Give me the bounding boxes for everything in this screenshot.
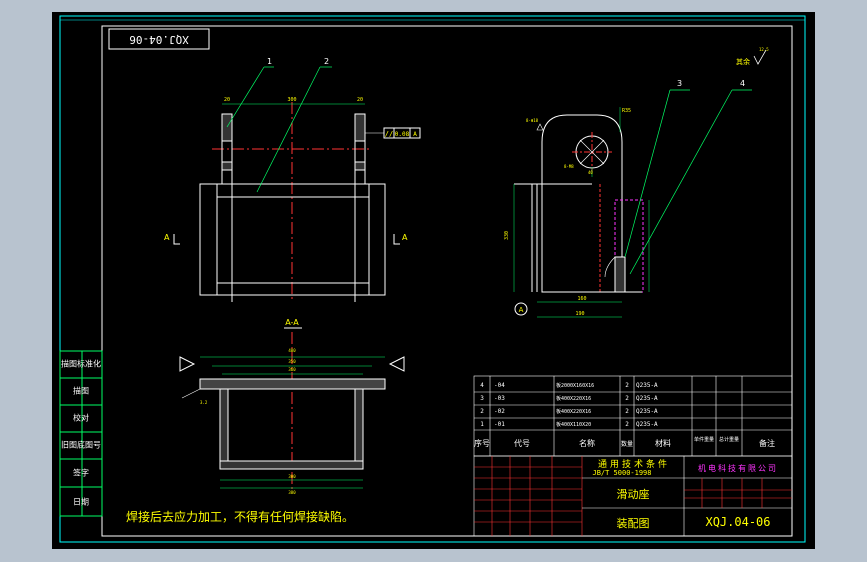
standard-code: JB/T 5000-1998 xyxy=(592,469,651,477)
technical-note: 焊接后去应力加工，不得有任何焊接缺陷。 xyxy=(126,509,354,524)
parts-cell-material: Q235-A xyxy=(636,382,658,389)
rotated-code: XQJ.04-06 xyxy=(129,33,189,46)
svg-text:300: 300 xyxy=(287,97,296,103)
parts-header: 单件重量 xyxy=(694,436,714,443)
surface-finish-label: 其余 xyxy=(736,57,750,66)
parts-cell-qty: 2 xyxy=(625,382,629,389)
parts-cell-no: 4 xyxy=(480,382,484,389)
balloon-1: 1 xyxy=(267,57,272,66)
parts-cell-no: 1 xyxy=(480,421,484,428)
parts-cell-code: -02 xyxy=(494,408,505,415)
svg-text:300: 300 xyxy=(288,474,296,479)
left-column-item: 描图标准化 xyxy=(61,359,101,369)
parts-cell-name: 板2000X160X16 xyxy=(556,382,594,389)
gdt-datum: A xyxy=(413,131,417,138)
balloon-2: 2 xyxy=(324,57,329,66)
left-column-item: 校对 xyxy=(73,413,89,423)
part-name: 滑动座 xyxy=(617,487,650,501)
parts-cell-material: Q235-A xyxy=(636,395,658,402)
svg-text:8-M8: 8-M8 xyxy=(564,164,574,169)
parts-cell-name: 板400X110X20 xyxy=(556,421,591,428)
svg-text:400: 400 xyxy=(288,348,296,353)
parts-header: 序号 xyxy=(474,438,490,448)
parts-cell-no: 2 xyxy=(480,408,484,415)
surface-finish-value: 12.5 xyxy=(759,47,769,52)
parts-cell-code: -01 xyxy=(494,421,505,428)
svg-text:160: 160 xyxy=(577,296,586,302)
svg-text:8-Φ18: 8-Φ18 xyxy=(526,118,539,123)
left-column-item: 描图 xyxy=(73,386,89,396)
datum-a: A xyxy=(519,306,524,314)
svg-text:40: 40 xyxy=(588,170,593,175)
section-title: A-A xyxy=(285,318,299,327)
balloon-3: 3 xyxy=(677,79,682,88)
parts-cell-qty: 2 xyxy=(625,395,629,402)
svg-text:190: 190 xyxy=(575,311,584,317)
svg-text:360: 360 xyxy=(288,367,296,372)
svg-text:330: 330 xyxy=(504,231,510,240)
left-column-item: 旧图底图号 xyxy=(61,440,101,450)
parts-cell-code: -03 xyxy=(494,395,505,402)
parts-header: 代号 xyxy=(514,438,530,448)
drawing-canvas: XQJ.04-06 描图标准化 描图 校对 旧图底图号 签字 日期 300 20… xyxy=(52,12,815,549)
parts-cell-material: Q235-A xyxy=(636,421,658,428)
parts-cell-code: -04 xyxy=(494,382,505,389)
left-column-item: 日期 xyxy=(73,498,89,507)
svg-text:3.2: 3.2 xyxy=(200,400,208,405)
svg-text:R35: R35 xyxy=(622,108,631,114)
parts-cell-material: Q235-A xyxy=(636,408,658,415)
parts-cell-name: 板400X220X16 xyxy=(556,408,591,415)
left-column-item: 签字 xyxy=(73,468,89,478)
parts-cell-qty: 2 xyxy=(625,421,629,428)
parts-cell-name: 板400X220X16 xyxy=(556,395,591,402)
section-mark-left: A xyxy=(164,233,170,242)
balloon-4: 4 xyxy=(740,79,745,88)
drawing-type: 装配图 xyxy=(617,517,650,530)
parts-header: 数量 xyxy=(621,440,633,448)
parts-header: 备注 xyxy=(759,438,775,448)
drawing-number: XQJ.04-06 xyxy=(705,515,770,529)
svg-text:380: 380 xyxy=(288,490,296,495)
parts-header: 名称 xyxy=(579,438,595,448)
company-name: 机电科技有限公司 xyxy=(698,463,778,473)
cad-drawing: XQJ.04-06 描图标准化 描图 校对 旧图底图号 签字 日期 300 20… xyxy=(52,12,815,549)
parts-header: 材料 xyxy=(655,438,671,448)
svg-text:20: 20 xyxy=(357,97,363,103)
parts-cell-no: 3 xyxy=(480,395,484,402)
section-mark-right: A xyxy=(402,233,408,242)
gdt-symbol: // xyxy=(385,130,393,138)
parts-cell-qty: 2 xyxy=(625,408,629,415)
parts-header: 总计重量 xyxy=(719,436,739,443)
svg-text:20: 20 xyxy=(224,97,230,103)
svg-text:350: 350 xyxy=(288,359,296,364)
gdt-value: 0.08 xyxy=(395,131,410,138)
